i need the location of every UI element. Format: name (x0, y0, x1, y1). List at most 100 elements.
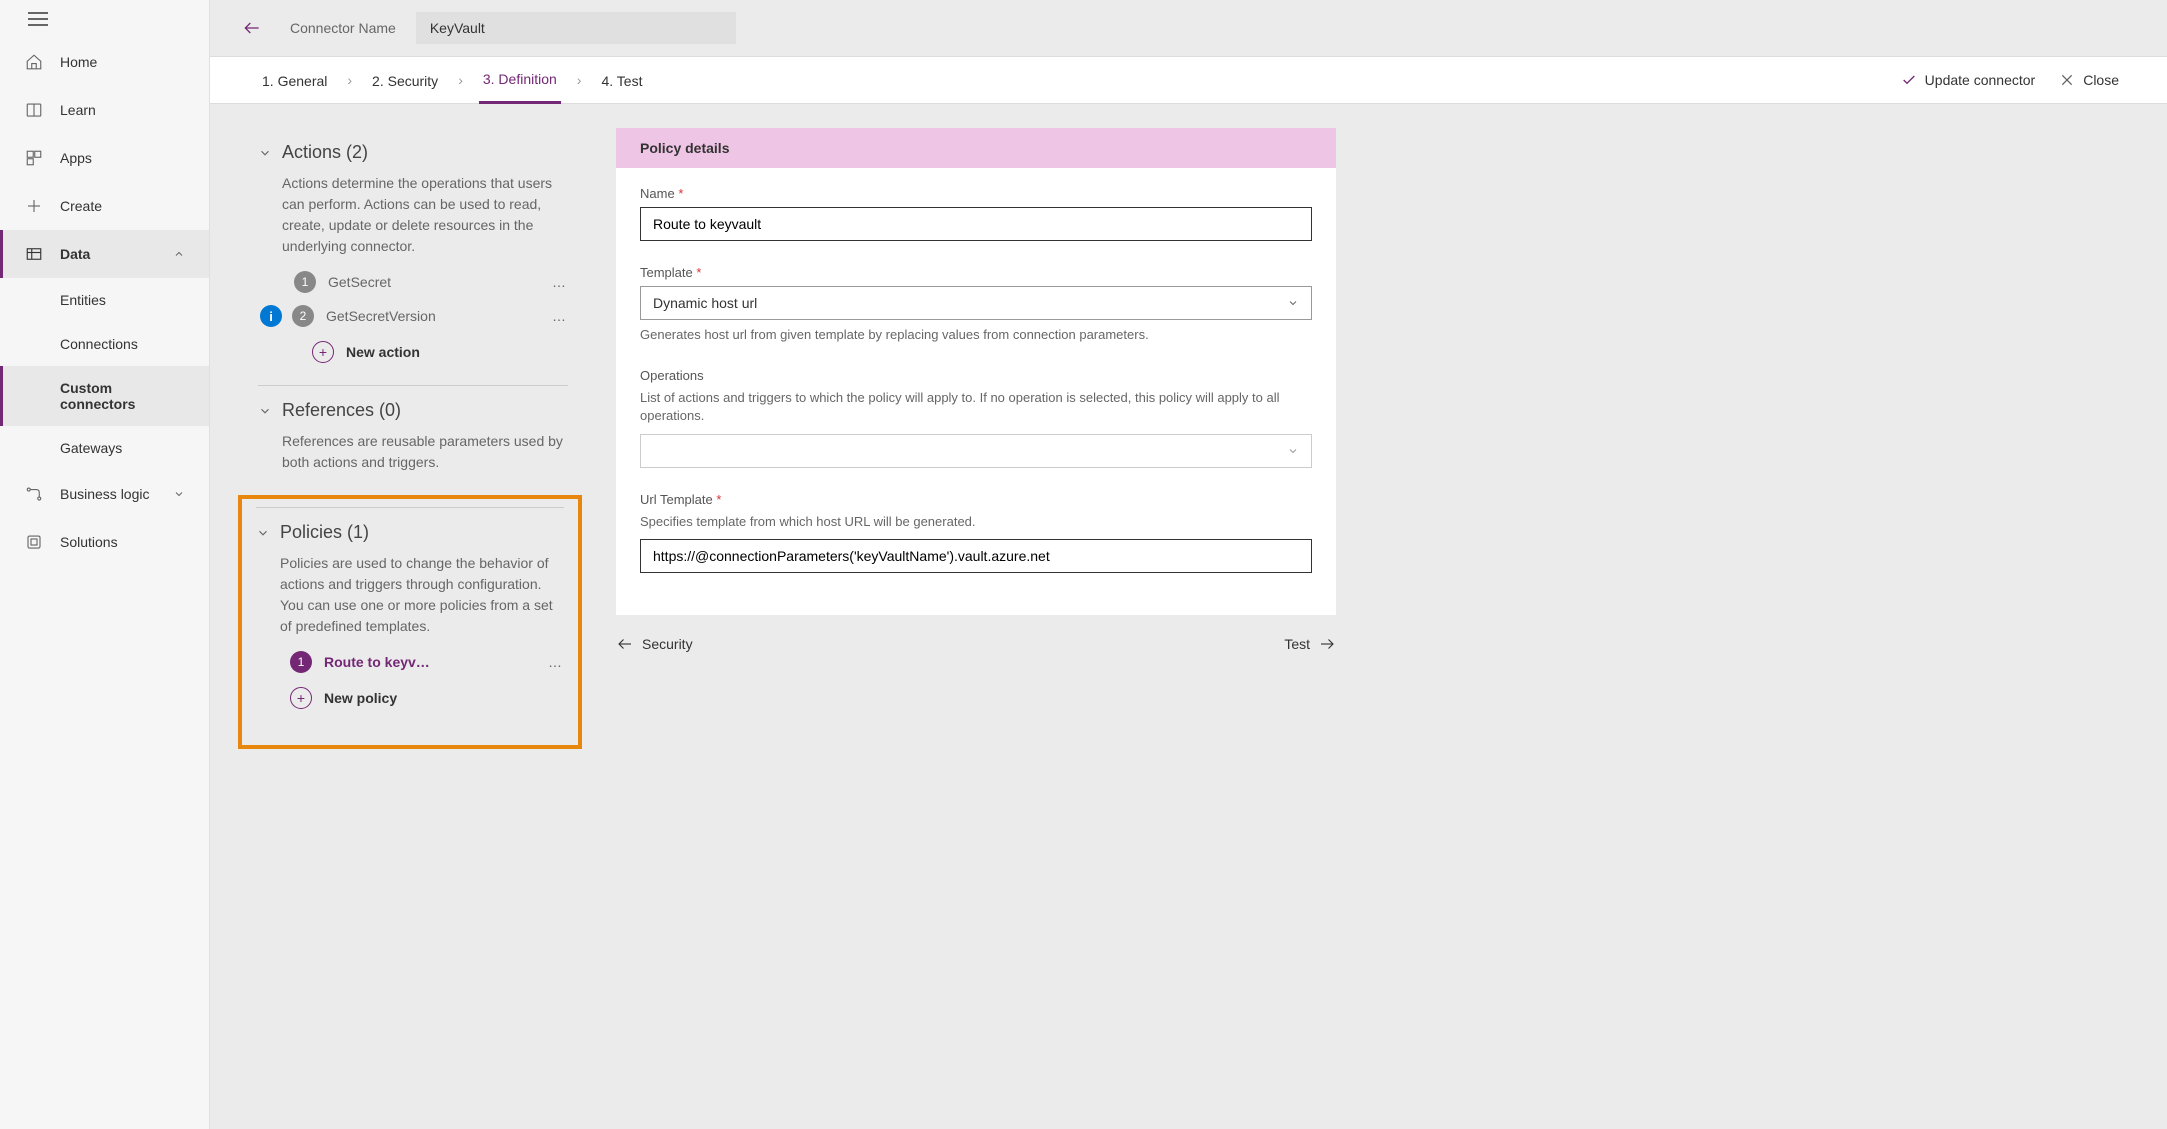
item-number-badge: 1 (290, 651, 312, 673)
url-template-field: Url Template * Specifies template from w… (640, 492, 1312, 573)
actions-header[interactable]: Actions (2) (258, 142, 568, 163)
chevron-right-icon: › (458, 72, 463, 88)
template-value: Dynamic host url (653, 295, 757, 311)
template-select[interactable]: Dynamic host url (640, 286, 1312, 320)
operations-label: Operations (640, 368, 1312, 383)
nav-learn-label: Learn (60, 102, 96, 118)
nav-connections[interactable]: Connections (0, 322, 209, 366)
name-input[interactable] (640, 207, 1312, 241)
nav-solutions-label: Solutions (60, 534, 118, 550)
arrow-left-icon (242, 18, 262, 38)
nav-gateways[interactable]: Gateways (0, 426, 209, 470)
left-panel: Actions (2) Actions determine the operat… (258, 128, 568, 1105)
nav-custom-connectors[interactable]: Custom connectors (0, 366, 209, 426)
policies-description: Policies are used to change the behavior… (280, 553, 564, 637)
breadcrumb-security[interactable]: 2. Security (368, 73, 442, 103)
header: Connector Name (210, 0, 2167, 57)
hamburger-icon (28, 18, 48, 20)
nav-create-label: Create (60, 198, 102, 214)
data-icon (24, 244, 44, 264)
action-label: GetSecret (328, 274, 540, 290)
nav-entities[interactable]: Entities (0, 278, 209, 322)
nav-data[interactable]: Data (0, 230, 209, 278)
new-action-button[interactable]: + New action (258, 333, 568, 371)
name-label: Name * (640, 186, 1312, 201)
more-icon[interactable]: … (552, 308, 568, 324)
breadcrumb-general[interactable]: 1. General (258, 73, 331, 103)
next-test-link[interactable]: Test (1284, 635, 1336, 653)
action-item-getsecretversion[interactable]: i 2 GetSecretVersion … (258, 299, 568, 333)
nav-learn[interactable]: Learn (0, 86, 209, 134)
book-icon (24, 100, 44, 120)
actions-description: Actions determine the operations that us… (282, 173, 568, 257)
name-field: Name * (640, 186, 1312, 241)
close-label: Close (2083, 72, 2119, 88)
chevron-right-icon: › (347, 72, 352, 88)
new-action-label: New action (346, 344, 420, 360)
operations-select[interactable] (640, 434, 1312, 468)
hamburger-menu[interactable] (0, 0, 209, 38)
policies-highlight: Policies (1) Policies are used to change… (238, 495, 582, 749)
update-connector-button[interactable]: Update connector (1901, 72, 2036, 88)
flow-icon (24, 484, 44, 504)
nav-business-logic[interactable]: Business logic (0, 470, 209, 518)
chevron-down-icon (1287, 445, 1299, 457)
references-title: References (0) (282, 400, 401, 421)
policies-header[interactable]: Policies (1) (256, 522, 564, 543)
breadcrumb-definition[interactable]: 3. Definition (479, 71, 561, 104)
nav-apps-label: Apps (60, 150, 92, 166)
new-policy-label: New policy (324, 690, 397, 706)
main-content: Connector Name 1. General › 2. Security … (210, 0, 2167, 1129)
nav-home[interactable]: Home (0, 38, 209, 86)
chevron-down-icon (173, 488, 185, 500)
more-icon[interactable]: … (552, 274, 568, 290)
template-label: Template * (640, 265, 1312, 280)
references-section: References (0) References are reusable p… (258, 385, 568, 495)
connector-name-input[interactable] (416, 12, 736, 44)
policies-title: Policies (1) (280, 522, 369, 543)
actions-title: Actions (2) (282, 142, 368, 163)
url-template-input[interactable] (640, 539, 1312, 573)
template-help: Generates host url from given template b… (640, 326, 1312, 344)
references-header[interactable]: References (0) (258, 400, 568, 421)
template-field: Template * Dynamic host url Generates ho… (640, 265, 1312, 344)
breadcrumb: 1. General › 2. Security › 3. Definition… (210, 57, 2167, 104)
arrow-right-icon (1318, 635, 1336, 653)
plus-circle-icon: + (290, 687, 312, 709)
new-policy-button[interactable]: + New policy (256, 679, 564, 717)
actions-section: Actions (2) Actions determine the operat… (258, 128, 568, 385)
chevron-down-icon (1287, 297, 1299, 309)
nav-data-label: Data (60, 246, 90, 262)
apps-icon (24, 148, 44, 168)
policies-section: Policies (1) Policies are used to change… (256, 507, 564, 731)
back-button[interactable] (234, 10, 270, 46)
references-description: References are reusable parameters used … (282, 431, 568, 473)
plus-icon (24, 196, 44, 216)
plus-circle-icon: + (312, 341, 334, 363)
breadcrumb-test[interactable]: 4. Test (597, 73, 646, 103)
nav-solutions[interactable]: Solutions (0, 518, 209, 566)
url-template-help: Specifies template from which host URL w… (640, 513, 1312, 531)
info-icon: i (260, 305, 282, 327)
chevron-down-icon (258, 404, 272, 418)
chevron-down-icon (258, 146, 272, 160)
close-button[interactable]: Close (2059, 72, 2119, 88)
nav-apps[interactable]: Apps (0, 134, 209, 182)
prev-label: Security (642, 636, 693, 652)
home-icon (24, 52, 44, 72)
solutions-icon (24, 532, 44, 552)
nav-create[interactable]: Create (0, 182, 209, 230)
more-icon[interactable]: … (548, 654, 564, 670)
operations-field: Operations List of actions and triggers … (640, 368, 1312, 467)
action-item-getsecret[interactable]: 1 GetSecret … (258, 265, 568, 299)
item-number-badge: 1 (294, 271, 316, 293)
prev-security-link[interactable]: Security (616, 635, 693, 653)
content-area: Actions (2) Actions determine the operat… (210, 104, 2167, 1129)
chevron-down-icon (256, 526, 270, 540)
policy-item-route[interactable]: 1 Route to keyv… … (256, 645, 564, 679)
update-connector-label: Update connector (1925, 72, 2036, 88)
footer-nav: Security Test (616, 615, 1336, 673)
chevron-right-icon: › (577, 72, 582, 88)
url-template-label: Url Template * (640, 492, 1312, 507)
sidebar: Home Learn Apps Create Data Entities Con… (0, 0, 210, 1129)
